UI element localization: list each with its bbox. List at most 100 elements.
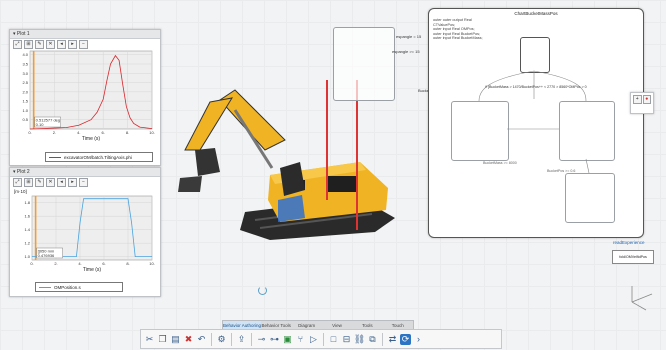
plot1-chart[interactable]: 4.0 3.5 3.0 2.5 2.0 1.5 1.0 0.5 0. 2. 4. 6. 8. 10. Tim… [10,49,160,149]
plot2-legend: OMPosition.s [35,282,123,292]
connect-icon[interactable]: ⊸ [256,334,267,345]
delete-icon[interactable]: ✖ [183,334,194,345]
axis-gizmo [631,286,653,311]
data-point [54,127,55,129]
data-point [79,222,81,224]
palette-remove-icon[interactable]: ● [642,95,651,104]
data-point [118,60,120,61]
erase-icon[interactable]: ✕ [46,178,55,187]
cursor-readout-label: 0.10 [36,122,45,127]
y-tick-label: 1.4 [24,227,30,232]
x-tick-label: 4. [77,130,80,135]
data-point [103,198,105,199]
zoom-region-icon[interactable]: ⊞ [24,40,33,49]
plot1-panel[interactable]: ▾ Plot 1 ⤢ ⊞ ✎ ✕ ◂ ▸ − 4.0 3.5 3.0 2.5 2.0 1.… [9,29,161,166]
signal-label-empangle-top: espangle = 15 [396,34,422,39]
layers-icon[interactable]: ⧉ [367,334,378,345]
spinner-icon [258,286,267,295]
chain-icon[interactable]: ⛓ [354,334,365,345]
plot1-legend: excavatorOM/batch.TiltingAxis.phi [45,152,153,162]
x-tick-label: 0. [30,261,33,266]
x-tick-label: 4. [78,261,81,266]
stop-icon[interactable]: □ [328,334,339,345]
zoom-fit-icon[interactable]: ⤢ [13,40,22,49]
main-toolbar: ✂ ❐ ▤ ✖ ↶ ⚙ ⇪ ⊸ ⊶ ▣ ⑂ ▷ □ ⊟ ⛓ ⧉ ⇄ ⟳ › [140,329,502,349]
y-tick-label: 1.8 [24,200,30,205]
undo-icon[interactable]: ↶ [196,334,207,345]
copy-icon[interactable]: ❐ [157,334,168,345]
mini-palette[interactable]: + ● [630,92,654,114]
data-point [29,128,31,130]
arrow-left-icon[interactable]: ◂ [57,178,66,187]
x-tick-label: 8. [126,261,129,266]
data-point [67,256,69,257]
data-point [129,117,131,119]
zoom-region-icon[interactable]: ⊞ [24,178,33,187]
y-tick-label: 1.6 [24,214,30,219]
share-icon[interactable]: ⇪ [236,334,247,345]
erase-icon[interactable]: ✕ [46,40,55,49]
data-point [102,99,104,100]
data-point [110,63,111,65]
right-block[interactable]: fold/OMVelfidPos [612,250,654,264]
plot2-title-text: Plot 2 [16,169,30,175]
state-chart-panel[interactable]: ChartBucketMassPos outer outer output Re… [428,8,644,238]
next-icon[interactable]: › [413,334,424,345]
split-icon[interactable]: ⊶ [269,334,280,345]
sync-icon[interactable]: ⇄ [387,334,398,345]
data-point [106,80,108,81]
data-point [133,123,134,124]
pen-icon[interactable]: ✎ [35,178,44,187]
cursor-readout: 0.512577 deg0.10 [34,116,61,128]
paste-icon[interactable]: ▤ [170,334,181,345]
y-tick-label: 3.0 [22,71,28,76]
excavator-3d-model[interactable] [160,80,430,250]
arrow-right-icon[interactable]: ▸ [68,40,77,49]
x-tick-label: 8. [126,130,129,135]
plot2-legend-label: OMPosition.s [54,284,81,290]
y-tick-label: 3.5 [22,62,28,67]
minus-icon[interactable]: − [79,178,88,187]
x-tick-label: 10. [149,130,155,135]
x-axis-label: Time (s) [82,136,100,142]
toolbar-separator [211,332,212,346]
data-point [78,125,80,126]
arrow-left-icon[interactable]: ◂ [57,40,66,49]
data-point [66,127,67,128]
zoom-fit-icon[interactable]: ⤢ [13,178,22,187]
y-tick-label: 1.5 [22,99,28,104]
toolbar-separator [251,332,252,346]
data-point [126,106,127,107]
plot2-panel[interactable]: ▾ Plot 2 ⤢ ⊞ ✎ ✕ ◂ ▸ − [m·10] 1.8 1.6 1.4 1… [9,167,161,297]
y-tick-label: 1.0 [24,254,30,259]
x-tick-label: 6. [102,261,105,266]
record-icon[interactable]: ▣ [282,334,293,345]
palette-add-icon[interactable]: + [633,95,642,104]
data-point [127,198,129,199]
toolbar-separator [231,332,232,346]
legend-swatch [39,286,51,288]
data-point [90,119,92,120]
data-point [41,128,43,129]
x-tick-label: 6. [102,130,105,135]
data-point [121,198,123,199]
play-icon[interactable]: ▷ [308,334,319,345]
data-point [151,128,153,129]
data-point [115,55,116,56]
rewind-icon[interactable]: ⊟ [341,334,352,345]
plot1-title-text: Plot 1 [16,31,30,37]
settings-icon[interactable]: ⚙ [216,334,227,345]
branch-icon[interactable]: ⑂ [295,334,306,345]
refresh-icon[interactable]: ⟳ [400,333,411,345]
minus-icon[interactable]: − [79,40,88,49]
scissors-icon[interactable]: ✂ [144,334,155,345]
behavior-block-ghost[interactable] [333,27,395,101]
pen-icon[interactable]: ✎ [35,40,44,49]
y-tick-label: 0.5 [22,117,28,122]
y-tick-label: 1.2 [24,241,30,246]
plot1-title: ▾ Plot 1 [10,30,160,39]
state-transitions [478,70,590,174]
data-point [76,256,77,257]
arrow-right-icon[interactable]: ▸ [68,178,77,187]
plot2-chart[interactable]: 1.8 1.6 1.4 1.2 1.00. 2. 4. 6. 8. 10. Time (s) []05… [10,194,160,280]
